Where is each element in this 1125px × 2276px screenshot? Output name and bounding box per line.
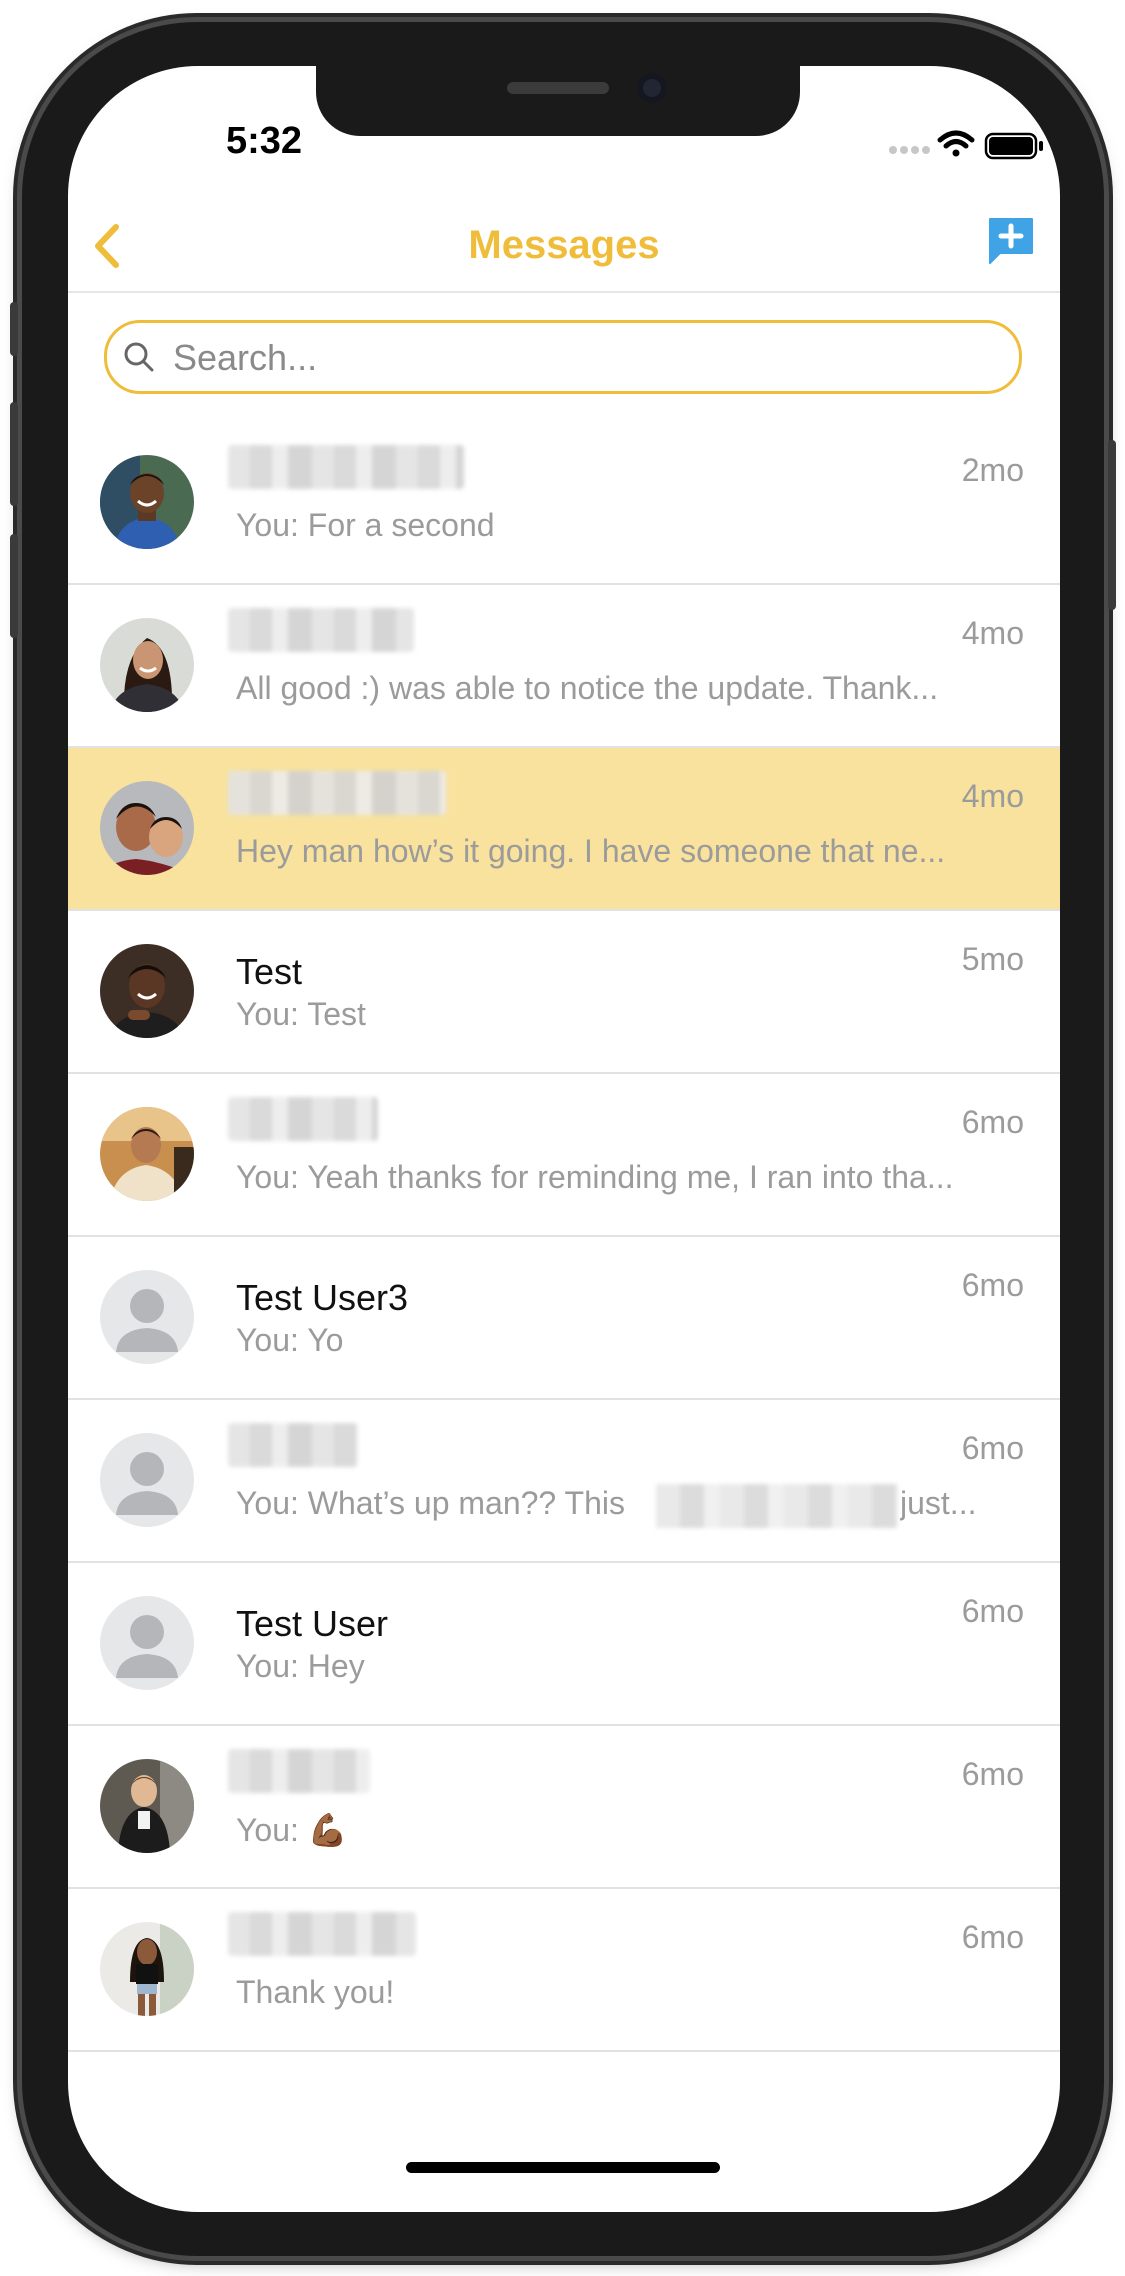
avatar <box>100 1759 194 1853</box>
message-preview: You: For a second <box>236 507 495 543</box>
volume-down-button <box>10 534 18 638</box>
conversation-row[interactable]: You: 💪🏾 6mo <box>68 1726 1060 1889</box>
search-bar[interactable] <box>104 320 1022 394</box>
conversation-row[interactable]: All good :) was able to notice the updat… <box>68 585 1060 748</box>
contact-name-redacted <box>228 1749 370 1793</box>
search-icon <box>124 342 154 372</box>
silent-switch <box>10 302 18 356</box>
message-preview: Thank you! <box>236 1974 395 2010</box>
message-time: 6mo <box>961 1593 1024 1629</box>
phone-frame: 5:32 Messages Search... You: For a secon… <box>10 22 1116 2256</box>
message-preview-tail: just... <box>900 1485 977 1521</box>
message-preview: You: Yo <box>236 1322 344 1358</box>
notch <box>316 66 800 136</box>
message-time: 4mo <box>961 615 1024 651</box>
speaker-grille <box>507 82 609 94</box>
signal-dots-icon <box>889 146 930 154</box>
contact-name: Test User3 <box>236 1277 409 1318</box>
avatar <box>100 618 194 712</box>
message-preview: Hey man how’s it going. I have someone t… <box>236 833 946 869</box>
avatar <box>100 781 194 875</box>
status-icons <box>888 126 1048 166</box>
default-avatar-icon <box>100 1433 194 1527</box>
default-avatar-icon <box>100 1270 194 1364</box>
conversation-row-selected[interactable]: Hey man how’s it going. I have someone t… <box>68 748 1060 911</box>
contact-name-redacted <box>228 608 414 652</box>
message-preview: All good :) was able to notice the updat… <box>236 670 939 706</box>
message-preview: You: Test <box>236 996 366 1032</box>
conversation-row[interactable]: You: For a second 2mo <box>68 422 1060 585</box>
contact-name-redacted <box>228 1423 358 1467</box>
status-time: 5:32 <box>225 120 303 162</box>
conversation-row[interactable]: Test You: Test 5mo <box>68 911 1060 1074</box>
message-preview: You: 💪🏾 <box>236 1812 348 1848</box>
message-time: 4mo <box>961 778 1024 814</box>
message-time: 6mo <box>961 1104 1024 1140</box>
page-title: Messages <box>468 223 660 267</box>
contact-name-redacted <box>228 1912 416 1956</box>
message-time: 5mo <box>961 941 1024 977</box>
default-avatar-icon <box>100 1596 194 1690</box>
volume-up-button <box>10 402 18 506</box>
message-time: 2mo <box>961 452 1024 488</box>
redacted-text <box>656 1484 898 1528</box>
message-preview: You: Hey <box>236 1648 365 1684</box>
conversation-row[interactable]: You: What’s up man?? This just... 6mo <box>68 1400 1060 1563</box>
contact-name: Test User <box>236 1603 389 1644</box>
front-camera <box>637 73 667 103</box>
avatar <box>100 1922 194 2016</box>
new-message-button[interactable] <box>986 215 1036 265</box>
new-message-icon <box>989 218 1033 264</box>
contact-name-redacted <box>228 1097 378 1141</box>
avatar <box>100 944 194 1038</box>
message-time: 6mo <box>961 1267 1024 1303</box>
message-time: 6mo <box>961 1756 1024 1792</box>
app-screen: 5:32 Messages Search... You: For a secon… <box>68 66 1060 2212</box>
wifi-icon <box>937 130 975 157</box>
conversation-row[interactable]: Test User You: Hey 6mo <box>68 1563 1060 1726</box>
contact-name-redacted <box>228 771 446 815</box>
battery-icon <box>984 132 1043 160</box>
avatar <box>100 455 194 549</box>
contact-name: Test <box>236 951 303 992</box>
message-time: 6mo <box>961 1919 1024 1955</box>
search-input[interactable] <box>171 329 995 387</box>
contact-name-redacted <box>228 445 464 489</box>
message-time: 6mo <box>961 1430 1024 1466</box>
conversation-row[interactable]: Thank you! 6mo <box>68 1889 1060 2052</box>
conversation-row[interactable]: Test User3 You: Yo 6mo <box>68 1237 1060 1400</box>
conversation-row[interactable]: You: Yeah thanks for reminding me, I ran… <box>68 1074 1060 1237</box>
message-preview: You: Yeah thanks for reminding me, I ran… <box>236 1159 954 1195</box>
home-indicator[interactable] <box>406 2162 720 2173</box>
navigation-bar: Messages <box>68 201 1060 293</box>
conversation-list: You: For a second 2mo All good :) was ab… <box>68 422 1060 2052</box>
avatar <box>100 1107 194 1201</box>
power-button <box>1108 440 1116 610</box>
